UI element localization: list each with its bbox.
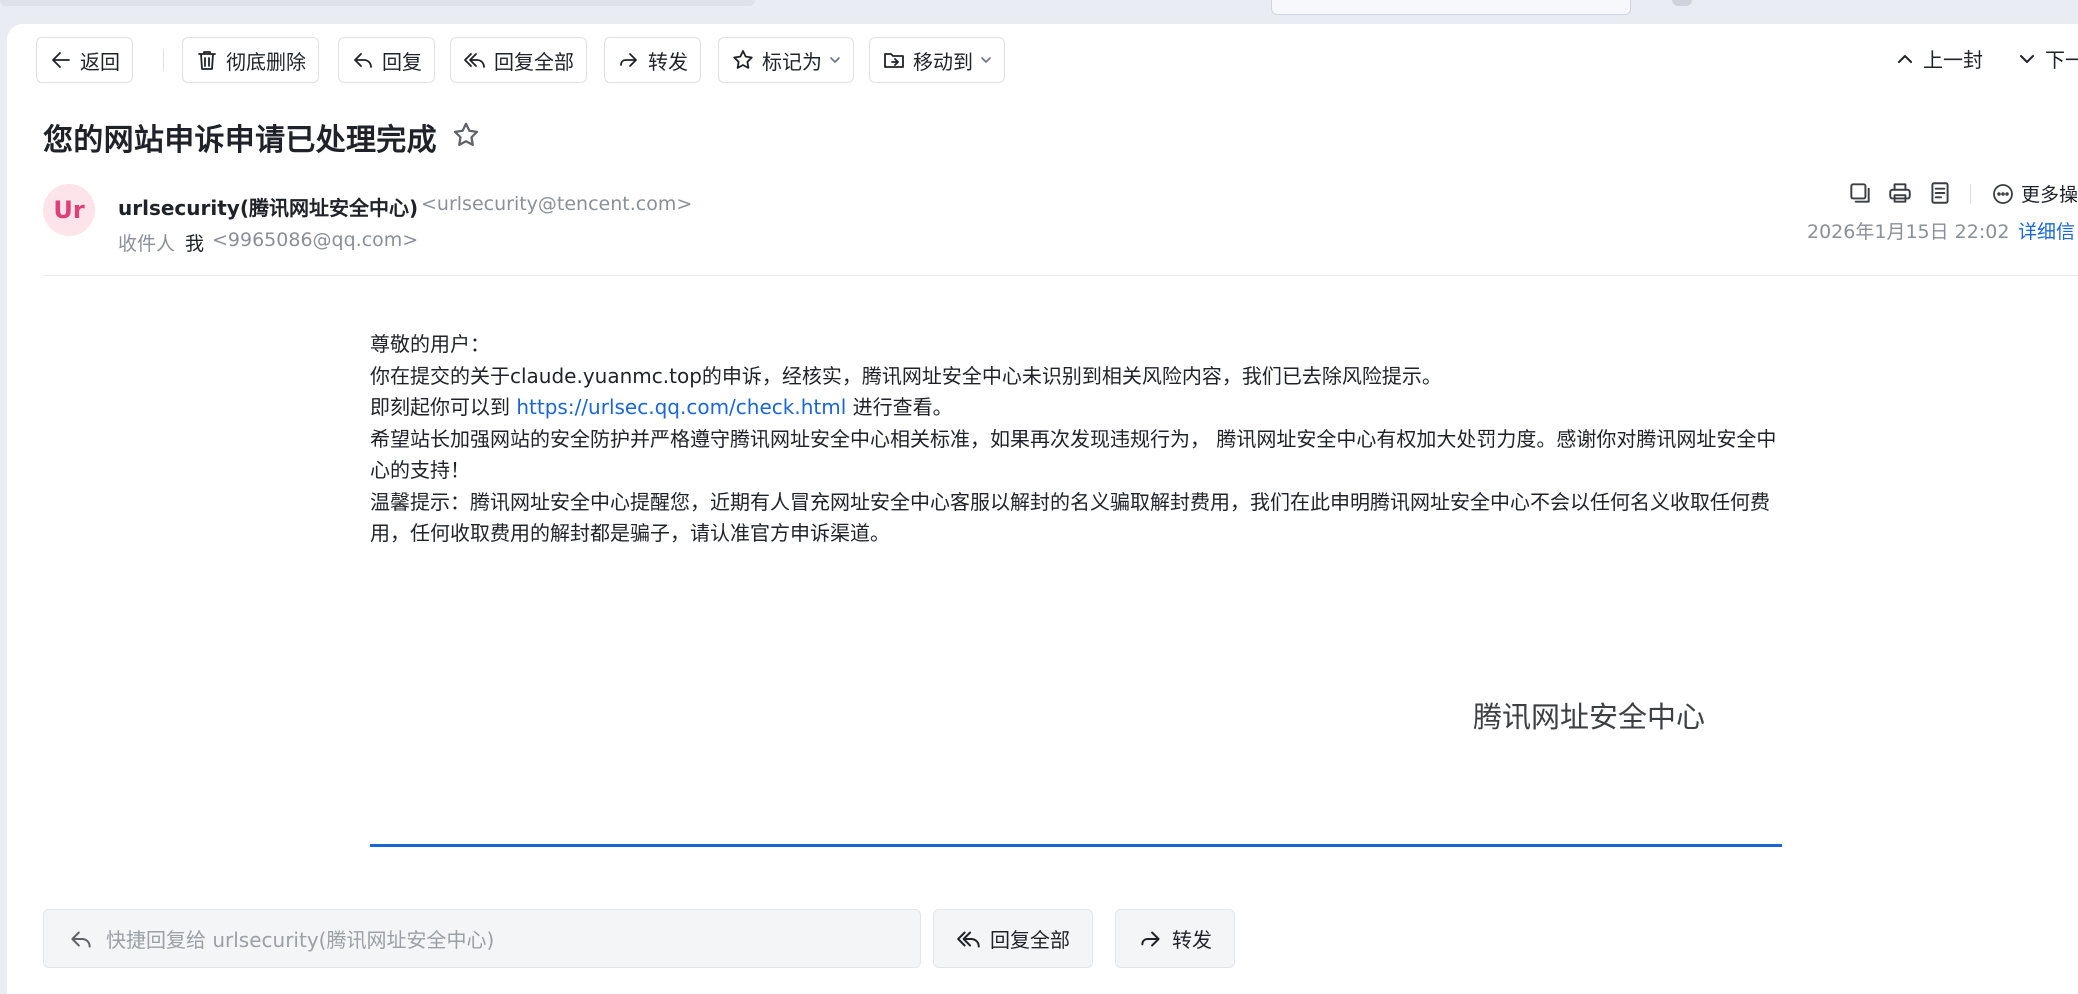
body-line-2-suffix: 进行查看。 bbox=[846, 395, 953, 419]
details-link[interactable]: 详细信 bbox=[2018, 217, 2075, 244]
top-tab-strip bbox=[0, 0, 755, 6]
open-new-window-button[interactable] bbox=[1847, 180, 1875, 208]
chevron-up-icon bbox=[1898, 54, 1912, 63]
more-dots-icon bbox=[1993, 183, 2013, 204]
back-button[interactable]: 返回 bbox=[36, 37, 133, 83]
reply-icon bbox=[354, 53, 372, 68]
print-button[interactable] bbox=[1887, 180, 1915, 208]
delete-forever-label: 彻底删除 bbox=[226, 49, 306, 74]
copy-window-icon bbox=[1850, 183, 1870, 203]
bottom-forward-button[interactable]: 转发 bbox=[1115, 909, 1235, 968]
arrow-left-icon bbox=[52, 52, 70, 68]
recipient-name[interactable]: 我 bbox=[185, 229, 204, 256]
body-line-4: 温馨提示：腾讯网址安全中心提醒您，近期有人冒充网址安全中心客服以解封的名义骗取解… bbox=[370, 489, 1770, 546]
star-outline-icon bbox=[733, 50, 753, 69]
sender-name[interactable]: urlsecurity(腾讯网址安全中心) bbox=[118, 192, 418, 221]
forward-icon bbox=[1141, 931, 1160, 946]
reply-all-label: 回复全部 bbox=[494, 49, 574, 74]
sender-email: <urlsecurity@tencent.com> bbox=[421, 193, 693, 215]
email-date: 2026年1月15日 22:02 bbox=[1807, 221, 2010, 243]
header-separator bbox=[43, 275, 2078, 276]
note-button[interactable] bbox=[1927, 180, 1955, 208]
email-body: 尊敬的用户： 你在提交的关于claude.yuanmc.top的申诉，经核实，腾… bbox=[370, 329, 1782, 550]
check-url-link[interactable]: https://urlsec.qq.com/check.html bbox=[516, 395, 846, 419]
email-signature: 腾讯网址安全中心 bbox=[1473, 700, 1706, 734]
bottom-reply-all-label: 回复全部 bbox=[990, 928, 1070, 952]
star-toggle[interactable] bbox=[451, 120, 481, 150]
body-line-1: 你在提交的关于claude.yuanmc.top的申诉，经核实，腾讯网址安全中心… bbox=[370, 363, 1442, 388]
next-mail-label: 下一 bbox=[2045, 48, 2078, 72]
body-line-2: 即刻起你可以到 https://urlsec.qq.com/check.html… bbox=[370, 392, 1782, 424]
recipient-label: 收件人 bbox=[118, 233, 176, 255]
next-mail-link[interactable]: 下一 bbox=[2017, 44, 2078, 73]
move-to-button[interactable]: 移动到 bbox=[869, 37, 1005, 83]
printer-icon bbox=[1889, 183, 1911, 203]
mark-as-button[interactable]: 标记为 bbox=[718, 37, 854, 83]
sender-avatar[interactable]: Ur bbox=[43, 184, 95, 236]
toolbar-divider bbox=[163, 49, 164, 71]
chevron-down-icon bbox=[830, 57, 840, 63]
body-greeting: 尊敬的用户： bbox=[370, 332, 490, 356]
quick-reply-input[interactable]: 快捷回复给 urlsecurity(腾讯网址安全中心) bbox=[43, 909, 921, 968]
email-subject: 您的网站申诉申请已处理完成 bbox=[43, 123, 437, 158]
quick-reply-placeholder: 快捷回复给 urlsecurity(腾讯网址安全中心) bbox=[106, 928, 495, 952]
back-label: 返回 bbox=[80, 49, 120, 74]
recipient-email: <9965086@qq.com> bbox=[212, 229, 419, 251]
reply-all-button[interactable]: 回复全部 bbox=[450, 37, 587, 83]
chevron-down-icon bbox=[2020, 54, 2034, 63]
trash-icon bbox=[198, 51, 216, 70]
signature-divider bbox=[370, 844, 1782, 847]
reply-icon bbox=[71, 931, 91, 948]
previous-mail-label: 上一封 bbox=[1923, 48, 1983, 72]
reply-button[interactable]: 回复 bbox=[338, 37, 435, 83]
folder-move-icon bbox=[884, 53, 904, 68]
header-divider bbox=[1970, 184, 1971, 204]
chevron-down-icon bbox=[981, 57, 991, 63]
reply-all-icon bbox=[464, 53, 485, 68]
forward-icon bbox=[620, 53, 637, 67]
delete-forever-button[interactable]: 彻底删除 bbox=[182, 37, 319, 83]
star-icon bbox=[453, 122, 479, 146]
forward-button[interactable]: 转发 bbox=[604, 37, 701, 83]
move-to-label: 移动到 bbox=[913, 49, 973, 74]
bottom-reply-all-button[interactable]: 回复全部 bbox=[933, 909, 1093, 968]
mail-reading-panel: 返回 彻底删除 回复 回复全部 转发 标记为 移动到 上一封 下一 您的网站申诉… bbox=[7, 24, 2078, 994]
mark-as-label: 标记为 bbox=[762, 49, 822, 74]
forward-label: 转发 bbox=[648, 49, 688, 74]
bottom-forward-label: 转发 bbox=[1172, 928, 1212, 952]
reply-all-icon bbox=[957, 931, 980, 948]
body-line-3: 希望站长加强网站的安全防护并严格遵守腾讯网址安全中心相关标准，如果再次发现违规行… bbox=[370, 426, 1777, 483]
reply-label: 回复 bbox=[382, 49, 422, 74]
more-actions-label: 更多操 bbox=[2021, 184, 2078, 206]
top-avatar-edge bbox=[1672, 0, 1692, 6]
more-actions-button[interactable]: 更多操 bbox=[1991, 180, 2078, 207]
previous-mail-link[interactable]: 上一封 bbox=[1895, 44, 1983, 73]
top-search-box[interactable] bbox=[1271, 0, 1631, 15]
note-icon bbox=[1931, 182, 1949, 204]
body-line-2-prefix: 即刻起你可以到 bbox=[370, 395, 517, 419]
